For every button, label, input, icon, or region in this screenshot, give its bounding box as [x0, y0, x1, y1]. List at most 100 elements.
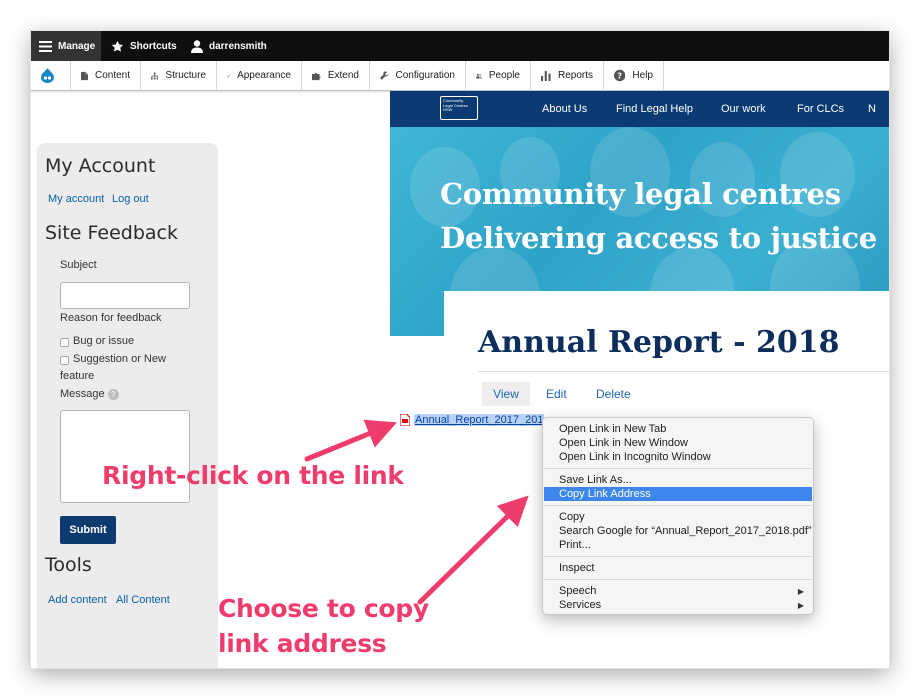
toolbar-shortcuts-label: Shortcuts — [130, 40, 177, 52]
tools-title: Tools — [45, 554, 92, 576]
bug-option-label: Bug or issue — [73, 335, 135, 347]
menu-content[interactable]: Content — [71, 61, 141, 90]
tab-view[interactable]: View — [482, 382, 530, 406]
menu-help[interactable]: ? Help — [604, 61, 664, 90]
svg-text:?: ? — [617, 72, 622, 81]
add-content-link[interactable]: Add content — [48, 594, 107, 606]
menu-services[interactable]: Services ▶ — [544, 598, 812, 612]
drupal-home[interactable] — [31, 61, 71, 90]
tab-delete[interactable]: Delete — [596, 382, 631, 406]
menu-extend[interactable]: Extend — [302, 61, 370, 90]
help-icon: ? — [614, 69, 626, 82]
page-title: Annual Report - 2018 — [478, 325, 840, 360]
nav-for-clcs[interactable]: For CLCs — [797, 91, 844, 127]
nav-more[interactable]: N — [868, 91, 876, 127]
menu-content-label: Content — [94, 70, 130, 81]
menu-save-link-as[interactable]: Save Link As... — [544, 473, 812, 487]
menu-people[interactable]: People — [466, 61, 531, 90]
help-icon[interactable]: ? — [107, 388, 119, 400]
admin-menu-bar: Content Structure Appearance Extend Conf… — [31, 61, 889, 91]
menu-open-new-window[interactable]: Open Link in New Window — [544, 436, 812, 450]
menu-reports[interactable]: Reports — [531, 61, 604, 90]
bug-checkbox[interactable] — [60, 338, 69, 347]
menu-open-new-tab[interactable]: Open Link in New Tab — [544, 422, 812, 436]
pdf-icon — [400, 414, 410, 426]
all-content-link[interactable]: All Content — [116, 594, 170, 606]
tab-edit[interactable]: Edit — [546, 382, 567, 406]
menu-print[interactable]: Print... — [544, 538, 812, 552]
screenshot-frame: Manage Shortcuts darrensmith Content Str… — [31, 31, 889, 668]
logo-line-3: NSW — [443, 107, 453, 112]
hero-headline-line-2: Delivering access to justice — [440, 221, 877, 255]
site-feedback-title: Site Feedback — [45, 222, 178, 244]
admin-toolbar: Manage Shortcuts darrensmith — [31, 31, 889, 61]
arrow-to-link — [304, 419, 397, 462]
toolbar-user-label: darrensmith — [209, 40, 267, 52]
menu-configuration-label: Configuration — [395, 70, 455, 81]
site-navigation: Community Legal Centres NSW About Us Fin… — [390, 91, 889, 127]
message-label: Message? — [60, 388, 119, 400]
menu-services-label: Services — [559, 599, 602, 611]
user-icon — [191, 39, 203, 53]
drupal-drop-icon — [40, 68, 54, 83]
menu-reports-label: Reports — [557, 70, 593, 81]
menu-appearance-label: Appearance — [237, 70, 291, 81]
menu-structure[interactable]: Structure — [141, 61, 217, 90]
message-label-text: Message — [60, 388, 105, 400]
file-link[interactable]: Annual_Report_2017_201 — [414, 414, 545, 426]
context-menu: Open Link in New Tab Open Link in New Wi… — [542, 417, 814, 615]
menu-structure-label: Structure — [165, 70, 206, 81]
file-icon — [81, 71, 88, 80]
menu-separator — [544, 579, 812, 580]
suggestion-option-label-cont: feature — [60, 370, 95, 382]
site-logo[interactable]: Community Legal Centres NSW — [440, 96, 478, 120]
nav-find-legal-help[interactable]: Find Legal Help — [616, 91, 693, 127]
menu-copy[interactable]: Copy — [544, 510, 812, 524]
toolbar-manage[interactable]: Manage — [31, 31, 101, 61]
suggestion-checkbox[interactable] — [60, 356, 69, 365]
log-out-link[interactable]: Log out — [112, 193, 149, 205]
subject-label: Subject — [60, 259, 97, 271]
toolbar-shortcuts[interactable]: Shortcuts — [111, 31, 177, 61]
menu-copy-link-address[interactable]: Copy Link Address — [544, 487, 812, 501]
annotation-right-click: Right-click on the link — [102, 461, 404, 490]
menu-separator — [544, 468, 812, 469]
menu-extend-label: Extend — [327, 70, 359, 81]
menu-configuration[interactable]: Configuration — [370, 61, 466, 90]
my-account-title: My Account — [45, 155, 156, 177]
annotation-choose-line-2: link address — [218, 629, 387, 658]
menu-appearance[interactable]: Appearance — [217, 61, 302, 90]
annotation-choose-line-1: Choose to copy — [218, 594, 429, 623]
bar-chart-icon — [541, 70, 551, 81]
nav-about-us[interactable]: About Us — [542, 91, 587, 127]
hero-headline-line-1: Community legal centres — [440, 177, 841, 211]
wrench-icon — [380, 71, 389, 80]
nav-our-work[interactable]: Our work — [721, 91, 766, 127]
menu-separator — [544, 505, 812, 506]
structure-icon — [151, 72, 159, 79]
suggestion-option-label: Suggestion or New — [73, 353, 166, 365]
toolbar-manage-label: Manage — [58, 40, 96, 52]
hamburger-icon — [39, 40, 52, 52]
paintbrush-icon — [227, 74, 231, 77]
menu-search-google[interactable]: Search Google for “Annual_Report_2017_20… — [544, 524, 812, 538]
reason-label: Reason for feedback — [60, 312, 162, 324]
my-account-link[interactable]: My account — [48, 193, 104, 205]
menu-separator — [544, 556, 812, 557]
title-divider — [478, 371, 889, 372]
subject-input[interactable] — [60, 282, 190, 309]
submenu-arrow-icon: ▶ — [797, 600, 804, 610]
puzzle-icon — [312, 72, 321, 80]
menu-people-label: People — [488, 70, 520, 81]
menu-help-label: Help — [632, 70, 653, 81]
toolbar-user[interactable]: darrensmith — [191, 31, 267, 61]
menu-speech[interactable]: Speech ▶ — [544, 584, 812, 598]
menu-speech-label: Speech — [559, 585, 597, 597]
menu-inspect[interactable]: Inspect — [544, 561, 812, 575]
sidebar: My Account My account Log out Site Feedb… — [37, 143, 218, 668]
submit-button[interactable]: Submit — [60, 516, 116, 544]
menu-open-incognito[interactable]: Open Link in Incognito Window — [544, 450, 812, 464]
people-icon — [476, 73, 482, 79]
submenu-arrow-icon: ▶ — [797, 586, 804, 596]
star-icon — [111, 40, 124, 52]
